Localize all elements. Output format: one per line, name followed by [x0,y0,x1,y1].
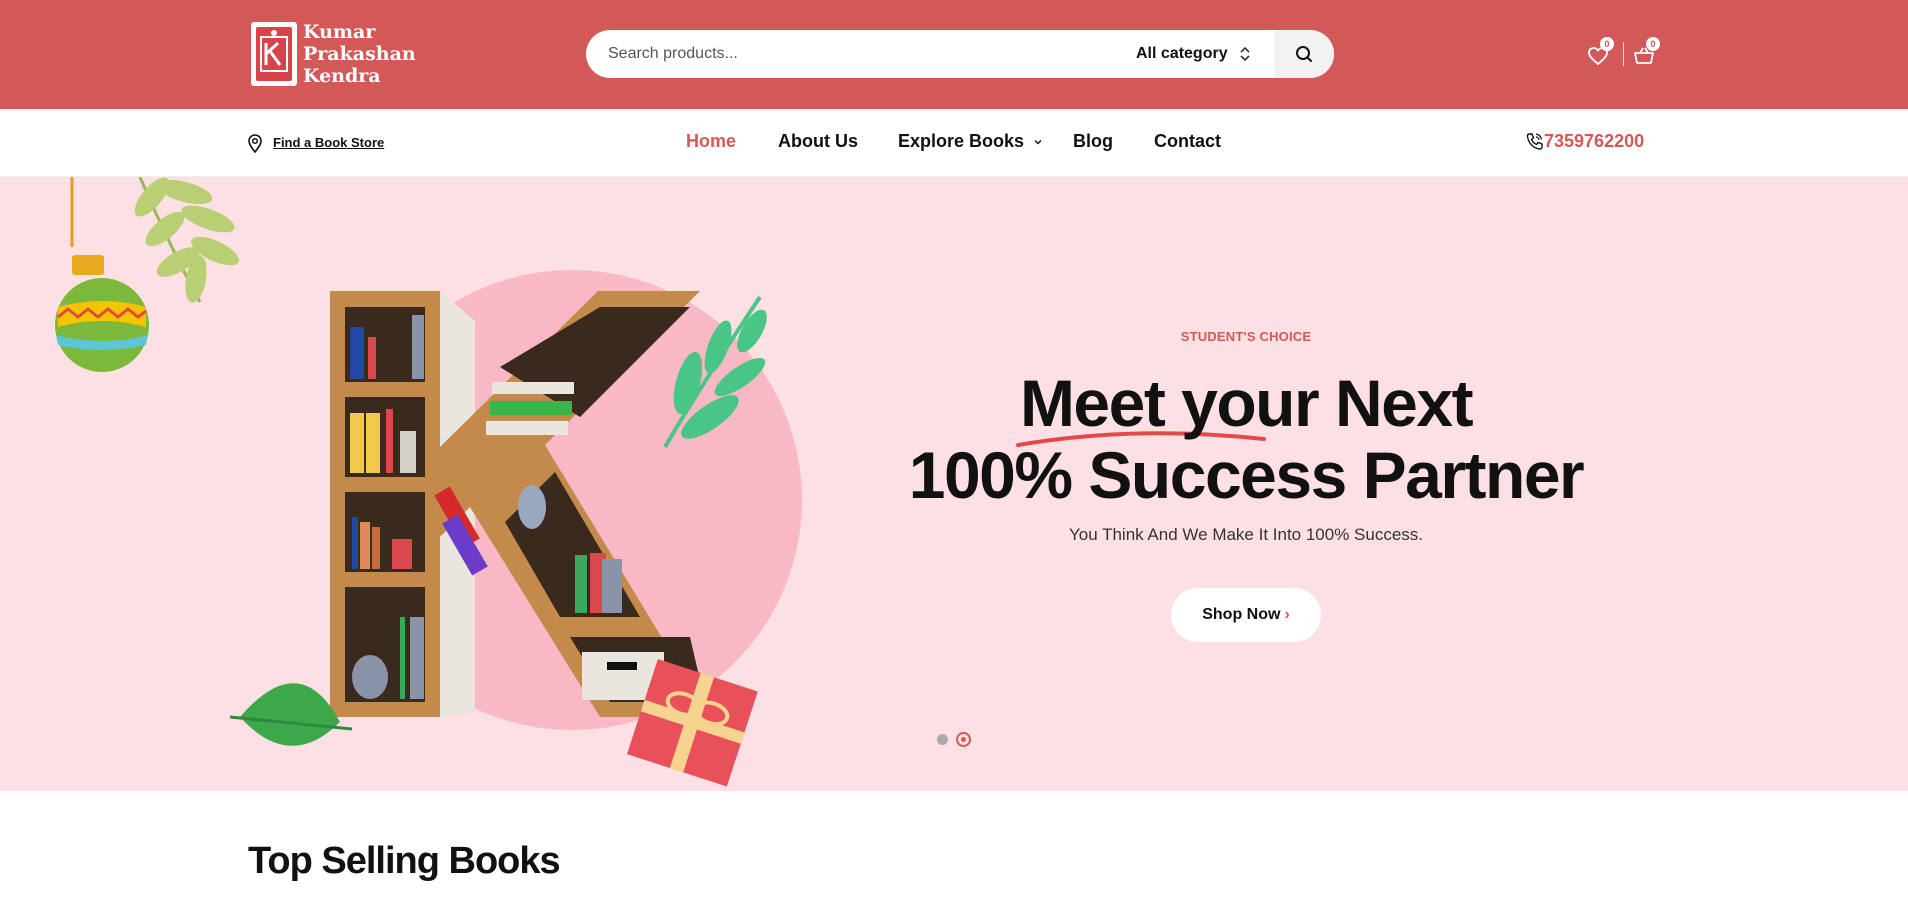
hero-subtext: You Think And We Make It Into 100% Succe… [1068,525,1424,544]
hero-headline: Meet your Next 100% Success Partner [900,367,1592,511]
search-button[interactable] [1274,30,1334,78]
nav-explore-books[interactable]: Explore Books [898,131,1043,152]
search-input[interactable] [608,30,1088,78]
chevron-down-icon [1034,140,1042,145]
phone-number: 7359762200 [1544,131,1645,151]
nav-home[interactable]: Home [686,131,736,152]
shop-now-button[interactable]: Shop Now › [1171,588,1321,642]
top-header: Kumar Prakashan Kendra All category 0 [0,0,1908,109]
cart-count-badge: 0 [1646,37,1660,51]
nav-blog[interactable]: Blog [1073,131,1113,152]
nav-about-us[interactable]: About Us [778,131,858,152]
nav-explore-books-label: Explore Books [898,131,1025,151]
search-icon [1296,46,1312,62]
category-select-label: All category [1136,45,1228,62]
slider-dot-1[interactable] [937,734,948,745]
shop-now-label: Shop Now [1202,606,1281,623]
nav-contact[interactable]: Contact [1154,131,1221,152]
brand-line-1: Kumar [303,21,376,43]
hero-headline-line-2: 100% Success Partner [908,438,1585,512]
header-icons-divider [1623,42,1624,66]
find-store-link[interactable]: Find a Book Store [273,135,384,150]
leaf-branch-icon [134,177,239,303]
slider-dot-2-active[interactable] [956,732,971,747]
hero-eyebrow: STUDENT'S CHOICE [1180,329,1312,344]
brand-line-3: Kendra [303,65,381,87]
hero-illustration [55,177,802,787]
phone-icon [1526,133,1543,150]
slider-pagination [937,731,977,747]
brand-line-2: Prakashan [303,43,416,65]
hero-headline-line-1: Meet your Next [1019,366,1474,440]
top-selling-heading: Top Selling Books [248,840,561,882]
category-select[interactable]: All category [1136,30,1250,78]
wishlist-button[interactable]: 0 [1586,37,1616,70]
main-navigation: Find a Book Store Home About Us Explore … [0,109,1908,177]
hero-banner: STUDENT'S CHOICE Meet your Next 100% Suc… [0,177,1908,791]
up-down-chevron-icon [1240,30,1250,78]
location-pin-icon [248,134,262,153]
header-actions: 0 0 [1586,37,1666,70]
search-bar: All category [586,30,1334,78]
logo-mark-icon [251,22,297,86]
wishlist-count-badge: 0 [1600,37,1614,51]
cart-button[interactable]: 0 [1632,37,1662,70]
chevron-right-icon: › [1284,606,1290,623]
brand-logo[interactable]: Kumar Prakashan Kendra [251,19,416,89]
ornament-ball-icon [55,255,149,372]
brand-name: Kumar Prakashan Kendra [303,21,416,87]
